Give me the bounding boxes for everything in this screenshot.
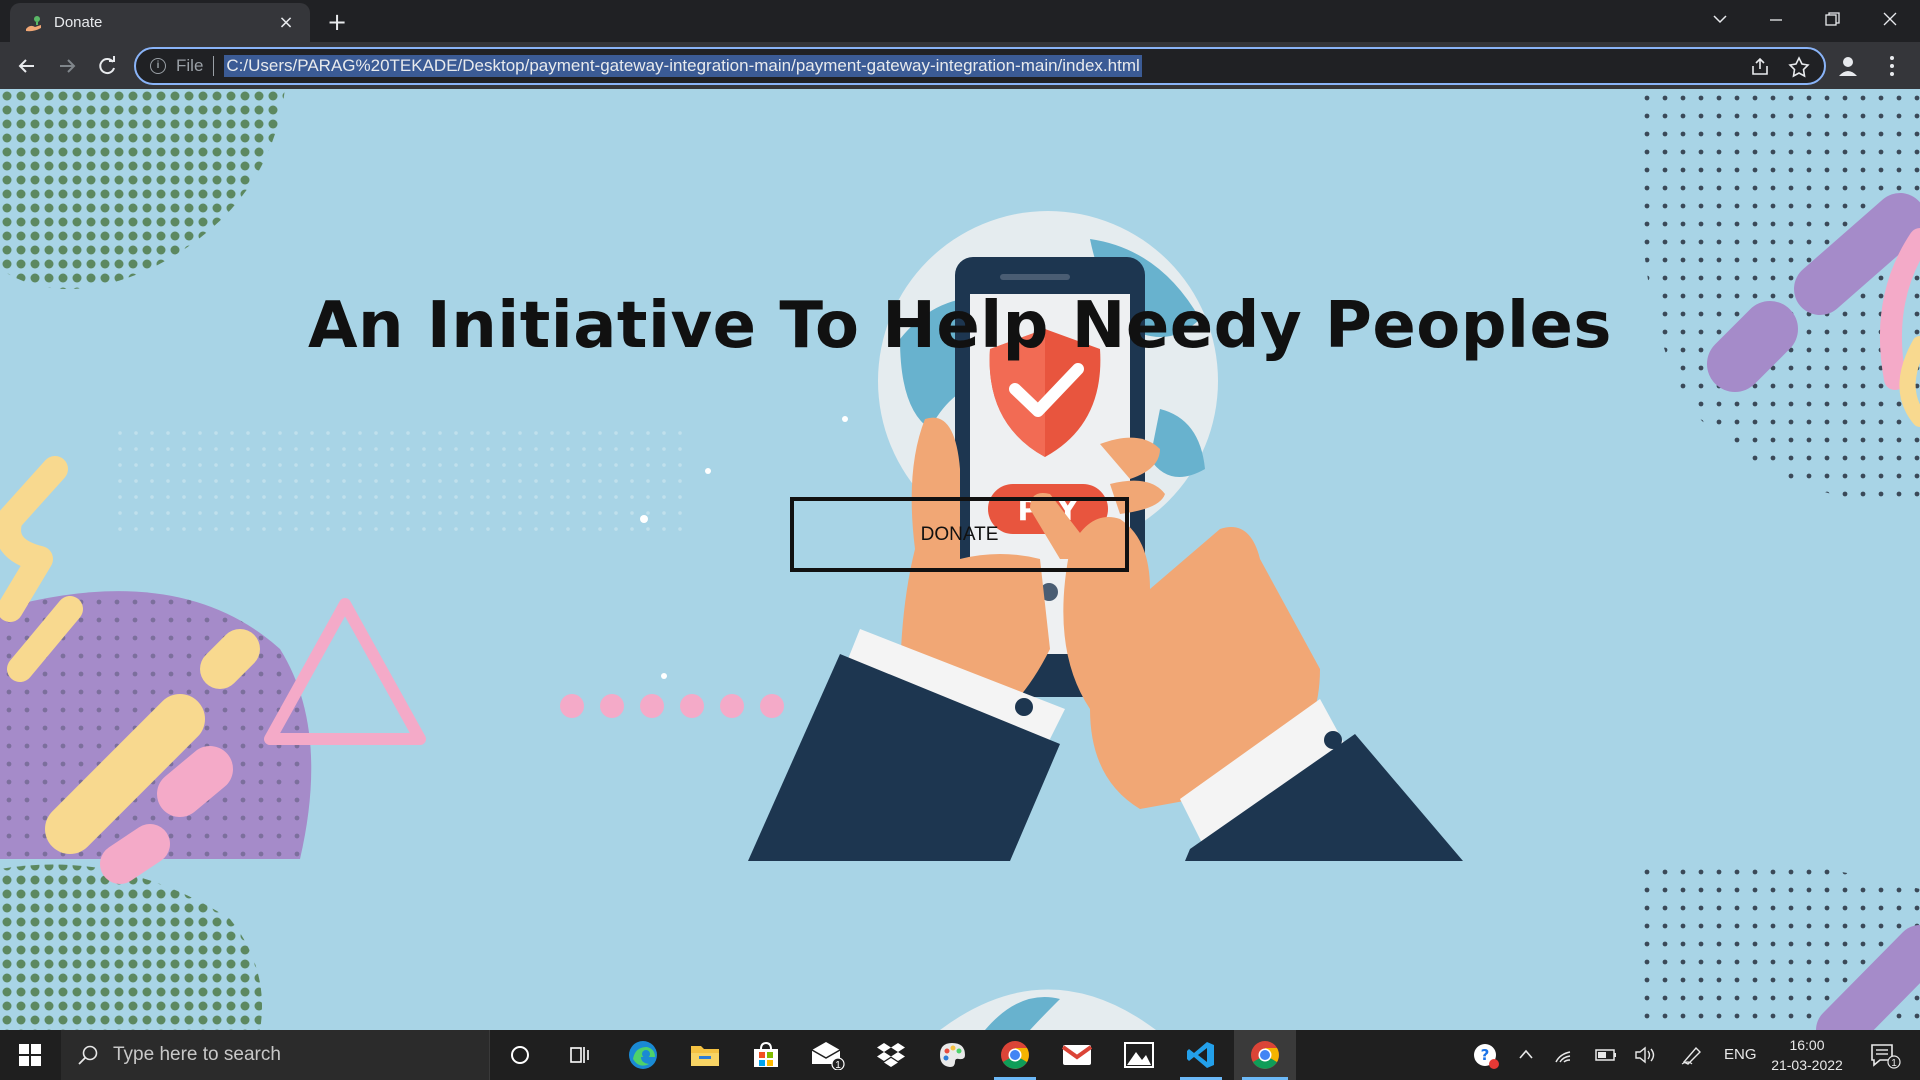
battery-icon[interactable] [1592, 1044, 1620, 1066]
clock[interactable]: 16:00 21-03-2022 [1766, 1035, 1848, 1075]
url-text[interactable]: C:/Users/PARAG%20TEKADE/Desktop/payment-… [224, 55, 1142, 77]
store-icon [754, 1041, 778, 1067]
gmail-button[interactable] [1048, 1030, 1106, 1080]
chrome-button[interactable] [986, 1030, 1044, 1080]
pen-icon[interactable] [1678, 1044, 1706, 1066]
chrome-active-icon [1251, 1041, 1279, 1069]
cortana-button[interactable] [491, 1030, 549, 1080]
volume-icon[interactable] [1632, 1044, 1660, 1066]
address-bar[interactable]: i File C:/Users/PARAG%20TEKADE/Desktop/p… [134, 47, 1826, 85]
tab-favicon-icon [26, 15, 41, 31]
page-content: PAY An Initiative To Help Needy Peoples … [0, 89, 1920, 1030]
search-icon [78, 1045, 98, 1065]
file-explorer-button[interactable] [676, 1030, 734, 1080]
mail-icon: 1 [811, 1042, 845, 1070]
back-icon[interactable] [12, 51, 42, 81]
reload-icon[interactable] [92, 51, 122, 81]
cortana-icon [511, 1046, 529, 1064]
share-icon[interactable] [1748, 56, 1774, 78]
tab-strip: Donate × + [0, 0, 1920, 42]
task-view-icon [570, 1047, 589, 1063]
network-icon[interactable] [1552, 1044, 1580, 1066]
tab-search-icon[interactable] [1700, 10, 1740, 30]
clock-date: 21-03-2022 [1771, 1057, 1843, 1073]
language-indicator[interactable]: ENG [1724, 1046, 1757, 1063]
new-tab-button[interactable]: + [322, 8, 352, 36]
page-title: An Initiative To Help Needy Peoples [308, 289, 1612, 363]
chrome-icon [1001, 1041, 1029, 1069]
paint-icon [940, 1043, 965, 1067]
file-explorer-icon [691, 1046, 719, 1066]
gmail-icon [1062, 1045, 1092, 1065]
photos-button[interactable] [1110, 1030, 1168, 1080]
clock-time: 16:00 [1789, 1037, 1825, 1053]
restore-icon[interactable] [1812, 10, 1852, 30]
vscode-icon [1187, 1042, 1214, 1068]
chrome-active-button[interactable] [1234, 1030, 1296, 1080]
start-icon [19, 1044, 41, 1066]
menu-icon[interactable] [1882, 54, 1902, 78]
bookmark-star-icon[interactable] [1786, 56, 1812, 78]
taskbar-search[interactable]: Type here to search [61, 1030, 490, 1080]
store-button[interactable] [737, 1030, 795, 1080]
windows-taskbar: Type here to search 1 ? ENG 16:00 21-03-… [0, 1030, 1920, 1080]
photos-icon [1124, 1042, 1154, 1068]
start-button[interactable] [0, 1030, 60, 1080]
tab-close-icon[interactable]: × [276, 12, 296, 33]
url-scheme-label: File [176, 56, 204, 75]
mail-button[interactable]: 1 [799, 1030, 857, 1080]
notification-badge: 1 [1891, 1058, 1897, 1069]
paint-button[interactable] [923, 1030, 981, 1080]
dropbox-button[interactable] [862, 1030, 920, 1080]
mail-badge: 1 [835, 1060, 841, 1070]
notification-icon[interactable]: 1 [1868, 1042, 1904, 1070]
browser-toolbar: i File C:/Users/PARAG%20TEKADE/Desktop/p… [0, 42, 1920, 89]
tab-title: Donate [54, 14, 103, 31]
close-icon[interactable] [1870, 10, 1910, 30]
dropbox-icon [877, 1043, 905, 1067]
edge-button[interactable] [614, 1030, 672, 1080]
search-placeholder: Type here to search [113, 1044, 281, 1065]
url-separator [213, 56, 215, 76]
info-icon[interactable]: i [150, 58, 166, 74]
task-view-button[interactable] [551, 1030, 609, 1080]
donate-button[interactable]: DONATE [790, 497, 1129, 572]
chevron-up-icon[interactable] [1512, 1044, 1540, 1066]
vscode-button[interactable] [1172, 1030, 1230, 1080]
profile-icon[interactable] [1837, 55, 1859, 77]
tab-donate[interactable]: Donate × [10, 3, 310, 42]
forward-icon[interactable] [52, 51, 82, 81]
svg-text:?: ? [1481, 1046, 1490, 1064]
minimize-icon[interactable] [1756, 10, 1796, 30]
help-icon[interactable]: ? [1472, 1042, 1500, 1070]
edge-icon [629, 1041, 657, 1069]
